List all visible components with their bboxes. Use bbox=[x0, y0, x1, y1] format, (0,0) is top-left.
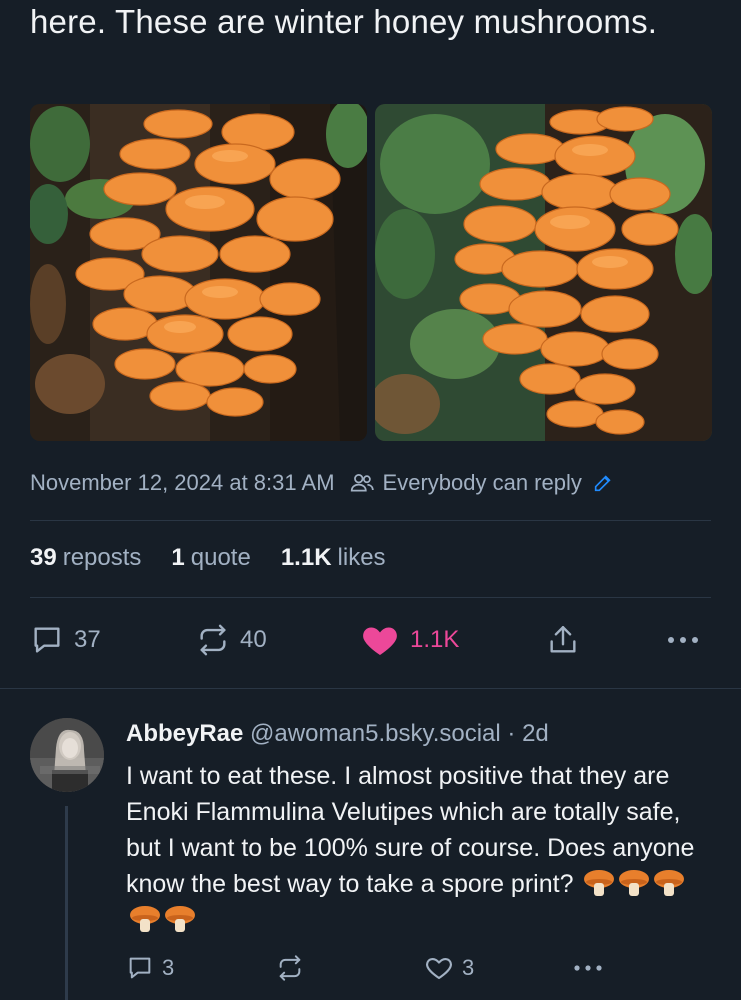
reply-text-block: I want to eat these. I almost positive t… bbox=[126, 758, 711, 938]
reply-icon bbox=[129, 957, 151, 979]
thread-divider bbox=[0, 688, 741, 689]
heart-outline-icon bbox=[426, 957, 452, 980]
mushroom-icon bbox=[654, 870, 685, 896]
reply-like-count: 3 bbox=[462, 955, 475, 980]
post-thread-view: here. These are winter honey mushrooms. bbox=[0, 0, 741, 1000]
author-handle[interactable]: @awoman5.bsky.social bbox=[250, 720, 501, 747]
likes-label: likes bbox=[337, 544, 386, 571]
ellipsis-icon bbox=[668, 637, 698, 643]
mushroom-icon bbox=[619, 870, 650, 896]
like-button[interactable]: 1.1K bbox=[360, 618, 459, 662]
quotes-count: 1 bbox=[171, 544, 185, 571]
post-meta: November 12, 2024 at 8:31 AM Everybody c… bbox=[30, 470, 711, 496]
post-image-2[interactable] bbox=[375, 104, 712, 441]
reply-like-button[interactable]: 3 bbox=[424, 950, 474, 986]
repost-icon bbox=[200, 624, 226, 656]
likes-count: 1.1K bbox=[280, 544, 332, 571]
post-text: here. These are winter honey mushrooms. bbox=[30, 3, 658, 40]
reply-more-options-button[interactable] bbox=[573, 950, 603, 986]
post-actions: 37 40 1.1K bbox=[30, 618, 711, 662]
post-stats: 39 reposts 1 quote 1.1K likes bbox=[30, 544, 386, 572]
mushroom-icon bbox=[130, 906, 160, 932]
edit-pencil-icon[interactable] bbox=[592, 472, 614, 494]
divider bbox=[30, 520, 711, 521]
reply-setting-label[interactable]: Everybody can reply bbox=[383, 470, 582, 496]
reply-header: AbbeyRae @awoman5.bsky.social · 2d bbox=[126, 720, 549, 748]
like-count: 1.1K bbox=[410, 626, 460, 653]
reply-icon bbox=[34, 627, 60, 653]
repost-count: 40 bbox=[240, 626, 267, 653]
divider bbox=[30, 597, 711, 598]
avatar[interactable] bbox=[30, 718, 104, 792]
ellipsis-icon bbox=[574, 965, 602, 971]
post-media-gallery bbox=[30, 104, 712, 441]
post-timestamp[interactable]: November 12, 2024 at 8:31 AM bbox=[30, 470, 335, 496]
reply-button[interactable]: 37 bbox=[30, 618, 101, 662]
mushroom-icon bbox=[165, 906, 195, 932]
mushroom-icon bbox=[584, 870, 615, 896]
mushroom-cluster-photo-1 bbox=[30, 104, 367, 441]
quotes-label: quote bbox=[190, 544, 251, 571]
quotes-stat[interactable]: 1 quote bbox=[171, 544, 250, 572]
thread-connector-line bbox=[65, 806, 68, 1000]
share-button[interactable] bbox=[546, 618, 580, 662]
reply-age[interactable]: 2d bbox=[522, 720, 549, 747]
more-options-button[interactable] bbox=[666, 618, 700, 662]
mushroom-cluster-photo-2 bbox=[375, 104, 712, 441]
reposts-count: 39 bbox=[30, 544, 57, 571]
reposts-stat[interactable]: 39 reposts bbox=[30, 544, 141, 572]
likes-stat[interactable]: 1.1K likes bbox=[281, 544, 386, 572]
repost-icon bbox=[279, 955, 301, 981]
reply-count: 37 bbox=[74, 626, 101, 653]
heart-filled-icon bbox=[363, 627, 397, 655]
people-icon bbox=[349, 470, 375, 496]
repost-button[interactable]: 40 bbox=[196, 618, 267, 662]
share-icon bbox=[550, 626, 576, 653]
post-image-1[interactable] bbox=[30, 104, 367, 441]
separator-dot: · bbox=[507, 720, 516, 747]
reposts-label: reposts bbox=[62, 544, 142, 571]
reply-reply-count: 3 bbox=[162, 955, 175, 980]
author-display-name[interactable]: AbbeyRae bbox=[126, 720, 243, 747]
reply-actions: 3 3 bbox=[126, 950, 711, 986]
reply-repost-button[interactable] bbox=[276, 950, 312, 986]
reply-reply-button[interactable]: 3 bbox=[126, 950, 174, 986]
